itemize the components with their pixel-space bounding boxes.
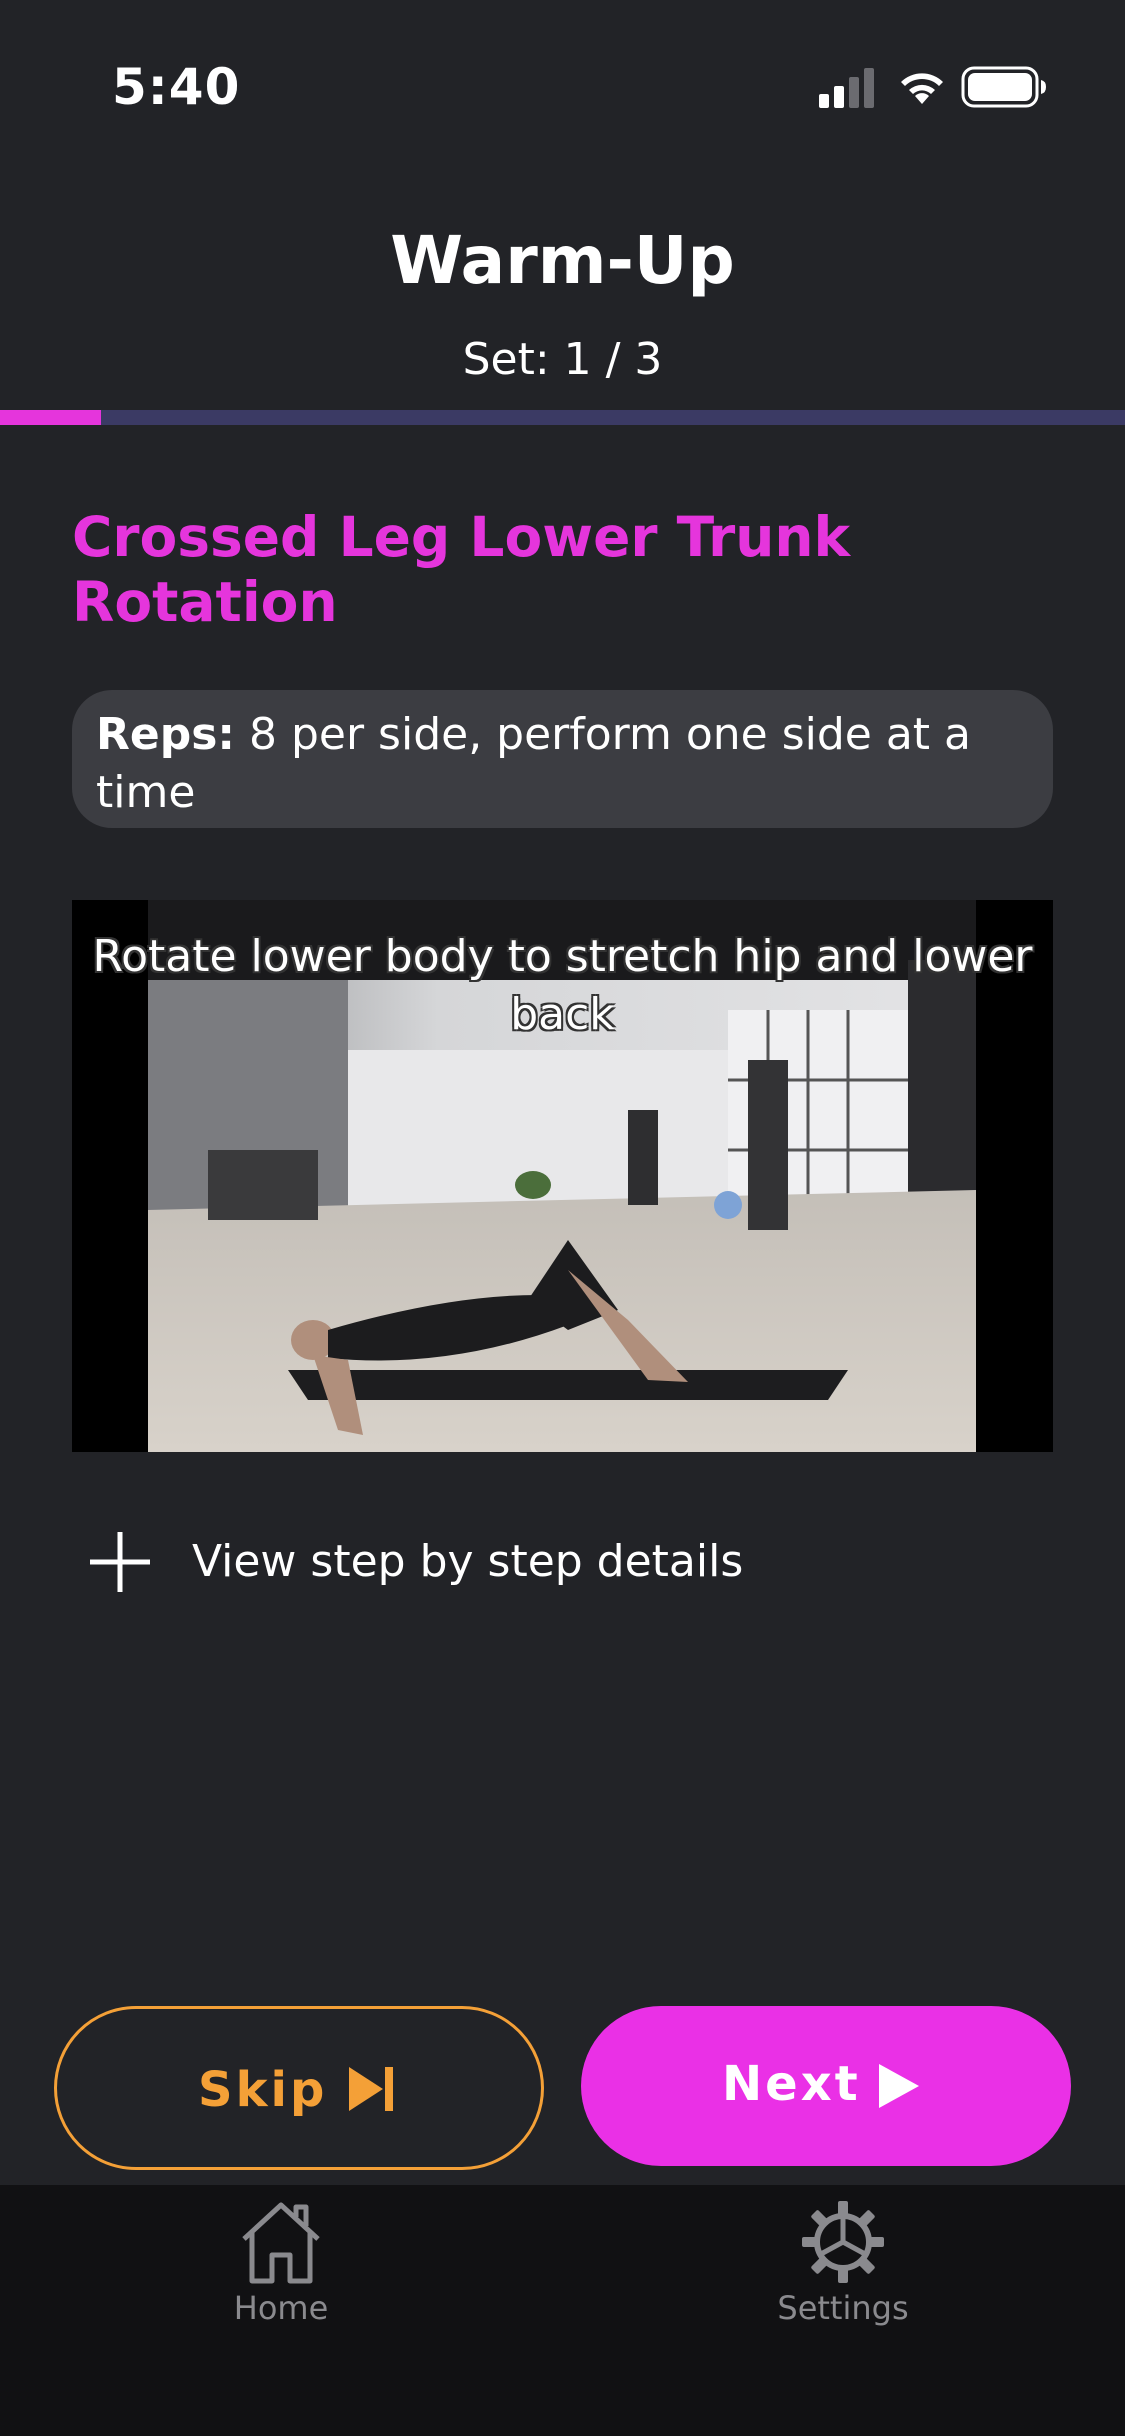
reps-label: Reps: [96,709,236,760]
next-button-label: Next [722,2056,861,2112]
tab-settings-label: Settings [777,2289,909,2327]
step-details-toggle[interactable]: View step by step details [72,1510,1053,1610]
exercise-title: Crossed Leg Lower Trunk Rotation [72,505,851,634]
status-time: 5:40 [112,58,241,116]
workout-progress-fill [0,410,102,425]
tab-home-label: Home [233,2289,329,2327]
exercise-video[interactable]: Rotate lower body to stretch hip and low… [72,900,1053,1452]
page-title: Warm-Up [390,222,735,299]
plus-icon [90,1532,150,1592]
reps-box: Reps: 8 per side, perform one side at a … [72,690,1053,828]
status-bar: 5:40 [0,0,1125,150]
set-counter: Set: 1 / 3 [462,334,663,385]
cellular-signal-icon [819,68,874,108]
next-button[interactable]: Next [581,2006,1071,2166]
battery-icon [961,66,1046,108]
home-icon [242,2202,320,2284]
tab-bar: Home Settings [0,2185,1125,2436]
workout-progress-bar [0,410,1125,425]
video-caption: Rotate lower body to stretch hip and low… [92,931,1033,1040]
step-details-label: View step by step details [192,1536,744,1587]
gear-icon [802,2201,884,2283]
play-icon [879,2064,919,2108]
tab-home[interactable]: Home [131,2199,431,2349]
skip-button-label: Skip [198,2062,328,2118]
skip-button[interactable]: Skip [54,2006,544,2170]
tab-settings[interactable]: Settings [693,2199,993,2349]
wifi-icon [901,73,943,104]
skip-forward-icon [349,2067,393,2111]
